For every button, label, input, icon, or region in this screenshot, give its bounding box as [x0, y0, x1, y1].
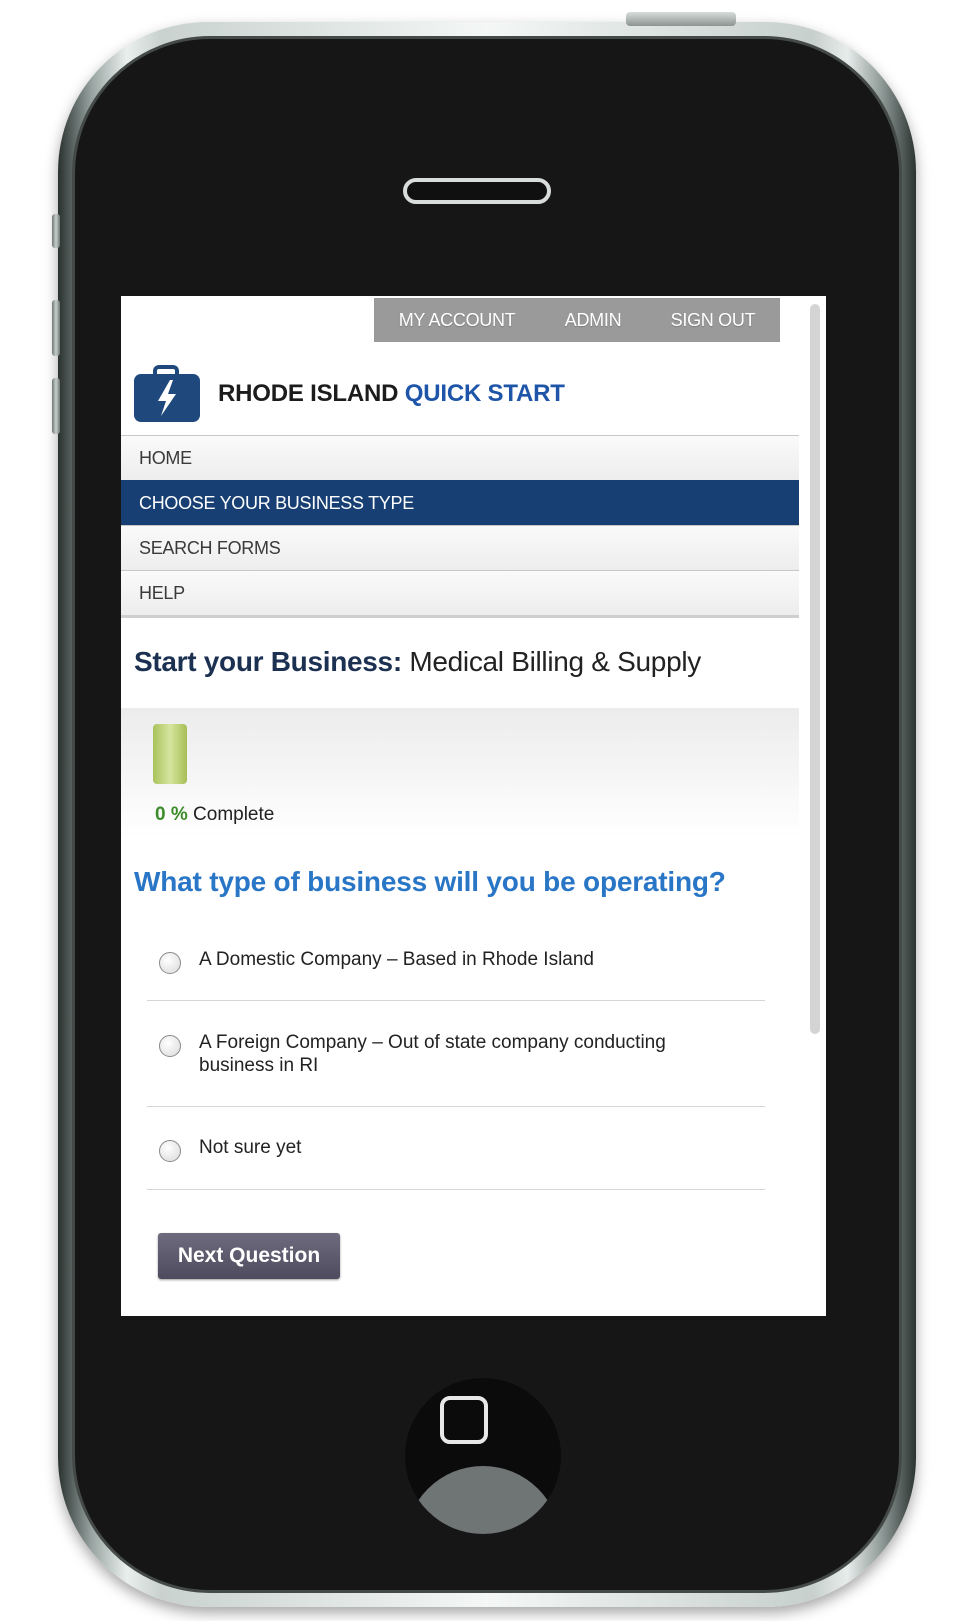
- progress-percent: 0 %: [155, 804, 188, 825]
- progress-fill: [153, 724, 187, 784]
- option-label: A Foreign Company – Out of state company…: [199, 1032, 666, 1076]
- nav-item-help[interactable]: HELP: [121, 570, 799, 615]
- radio-foreign-company[interactable]: [159, 1035, 181, 1057]
- nav-divider: [121, 615, 799, 618]
- brand-title[interactable]: RHODE ISLAND QUICK START: [218, 380, 565, 408]
- progress-panel: 0 % Complete: [121, 708, 799, 838]
- question-heading: What type of business will you be operat…: [134, 866, 726, 897]
- radio-domestic-company[interactable]: [159, 952, 181, 974]
- nav-item-choose-business-type[interactable]: CHOOSE YOUR BUSINESS TYPE: [121, 480, 799, 525]
- sign-out-link[interactable]: SIGN OUT: [671, 310, 756, 331]
- option-label: A Domestic Company – Based in Rhode Isla…: [199, 949, 594, 970]
- option-domestic-company[interactable]: A Domestic Company – Based in Rhode Isla…: [147, 926, 765, 1001]
- my-account-link[interactable]: MY ACCOUNT: [399, 310, 516, 331]
- admin-link[interactable]: ADMIN: [565, 310, 622, 331]
- nav-item-search-forms[interactable]: SEARCH FORMS: [121, 525, 799, 570]
- progress-bar: [153, 724, 187, 784]
- brand-accent: QUICK START: [404, 380, 565, 407]
- briefcase-lightning-icon[interactable]: [134, 365, 200, 422]
- option-label: Not sure yet: [199, 1137, 302, 1158]
- brand-name: RHODE ISLAND: [218, 380, 399, 407]
- answer-options: A Domestic Company – Based in Rhode Isla…: [147, 926, 765, 1190]
- scrollbar[interactable]: [810, 304, 820, 1034]
- nav-item-home[interactable]: HOME: [121, 435, 799, 480]
- earpiece-speaker: [403, 178, 551, 204]
- next-question-button[interactable]: Next Question: [158, 1233, 340, 1279]
- top-nav: MY ACCOUNT ADMIN SIGN OUT: [374, 298, 780, 342]
- page-title: Start your Business: Medical Billing & S…: [134, 646, 701, 678]
- mute-switch: [52, 214, 60, 248]
- volume-down-button: [52, 378, 60, 434]
- option-not-sure[interactable]: Not sure yet: [147, 1107, 765, 1190]
- progress-complete-text: Complete: [193, 804, 275, 825]
- main-nav: HOME CHOOSE YOUR BUSINESS TYPE SEARCH FO…: [121, 435, 799, 618]
- volume-up-button: [52, 300, 60, 356]
- option-foreign-company[interactable]: A Foreign Company – Out of state company…: [147, 1001, 765, 1107]
- sleep-button: [626, 12, 736, 26]
- progress-label: 0 % Complete: [155, 804, 274, 826]
- home-square-icon: [440, 1396, 488, 1444]
- business-type-subtitle: Medical Billing & Supply: [409, 646, 701, 677]
- phone-screen: MY ACCOUNT ADMIN SIGN OUT RHODE ISLAND Q…: [121, 296, 826, 1316]
- page-title-label: Start your Business:: [134, 646, 402, 677]
- radio-not-sure[interactable]: [159, 1140, 181, 1162]
